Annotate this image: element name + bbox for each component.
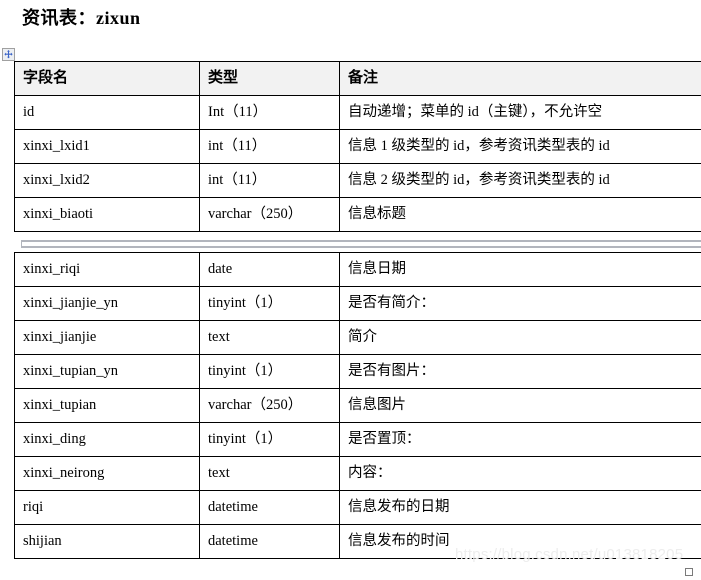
- cell-field: xinxi_jianjie: [14, 320, 200, 355]
- cell-remark: 信息标题: [339, 197, 701, 232]
- page-break-notch: [0, 240, 22, 248]
- cell-field: xinxi_neirong: [14, 456, 200, 491]
- table-row: xinxi_biaoti varchar（250） 信息标题: [14, 197, 701, 232]
- cell-field: xinxi_tupian: [14, 388, 200, 423]
- column-header-type: 类型: [199, 61, 340, 96]
- cell-type: tinyint（1）: [199, 286, 340, 321]
- cell-type: datetime: [199, 490, 340, 525]
- cell-remark: 内容：: [339, 456, 701, 491]
- cell-type: varchar（250）: [199, 388, 340, 423]
- table-row: xinxi_neirong text 内容：: [14, 456, 701, 491]
- table-row: xinxi_tupian_yn tinyint（1） 是否有图片：: [14, 354, 701, 389]
- table-row: xinxi_jianjie_yn tinyint（1） 是否有简介：: [14, 286, 701, 321]
- cell-field: xinxi_lxid2: [14, 163, 200, 198]
- cell-field: id: [14, 95, 200, 130]
- cell-remark: 信息图片: [339, 388, 701, 423]
- cell-remark: 信息发布的时间: [339, 524, 701, 559]
- table-row: xinxi_riqi date 信息日期: [14, 252, 701, 287]
- cell-type: Int（11）: [199, 95, 340, 130]
- table-row: xinxi_lxid1 int（11） 信息 1 级类型的 id，参考资讯类型表…: [14, 129, 701, 164]
- cell-type: text: [199, 456, 340, 491]
- column-header-field: 字段名: [14, 61, 200, 96]
- cell-remark: 自动递增；菜单的 id（主键），不允许空: [339, 95, 701, 130]
- cell-type: datetime: [199, 524, 340, 559]
- table-row: xinxi_ding tinyint（1） 是否置顶：: [14, 422, 701, 457]
- table-row: xinxi_tupian varchar（250） 信息图片: [14, 388, 701, 423]
- cell-type: varchar（250）: [199, 197, 340, 232]
- cell-type: tinyint（1）: [199, 422, 340, 457]
- cell-field: shijian: [14, 524, 200, 559]
- cell-remark: 信息 1 级类型的 id，参考资讯类型表的 id: [339, 129, 701, 164]
- table-row: shijian datetime 信息发布的时间: [14, 524, 701, 559]
- cell-field: xinxi_ding: [14, 422, 200, 457]
- move-cross-icon: [4, 50, 13, 59]
- table-row: riqi datetime 信息发布的日期: [14, 490, 701, 525]
- cell-field: xinxi_lxid1: [14, 129, 200, 164]
- cell-remark: 是否置顶：: [339, 422, 701, 457]
- table-resize-handle[interactable]: [685, 568, 693, 576]
- schema-table-part-2: xinxi_riqi date 信息日期 xinxi_jianjie_yn ti…: [14, 252, 701, 559]
- cell-remark: 是否有简介：: [339, 286, 701, 321]
- cell-remark: 信息日期: [339, 252, 701, 287]
- page-title: 资讯表：zixun: [22, 8, 141, 28]
- page-break-line-bottom: [0, 246, 701, 248]
- schema-table-part-1: 字段名 类型 备注 id Int（11） 自动递增；菜单的 id（主键），不允许…: [14, 61, 701, 232]
- cell-field: xinxi_riqi: [14, 252, 200, 287]
- page-break-divider: [0, 240, 701, 251]
- cell-type: date: [199, 252, 340, 287]
- cell-remark: 简介: [339, 320, 701, 355]
- table-header-row: 字段名 类型 备注: [14, 61, 701, 96]
- table-row: xinxi_lxid2 int（11） 信息 2 级类型的 id，参考资讯类型表…: [14, 163, 701, 198]
- table-row: id Int（11） 自动递增；菜单的 id（主键），不允许空: [14, 95, 701, 130]
- cell-field: xinxi_biaoti: [14, 197, 200, 232]
- cell-remark: 是否有图片：: [339, 354, 701, 389]
- cell-type: text: [199, 320, 340, 355]
- cell-type: int（11）: [199, 129, 340, 164]
- table-row: xinxi_jianjie text 简介: [14, 320, 701, 355]
- table-move-handle[interactable]: [2, 48, 15, 61]
- cell-remark: 信息发布的日期: [339, 490, 701, 525]
- page-break-line-top: [0, 240, 701, 242]
- cell-field: riqi: [14, 490, 200, 525]
- cell-field: xinxi_jianjie_yn: [14, 286, 200, 321]
- cell-type: tinyint（1）: [199, 354, 340, 389]
- cell-type: int（11）: [199, 163, 340, 198]
- column-header-remark: 备注: [339, 61, 701, 96]
- cell-field: xinxi_tupian_yn: [14, 354, 200, 389]
- cell-remark: 信息 2 级类型的 id，参考资讯类型表的 id: [339, 163, 701, 198]
